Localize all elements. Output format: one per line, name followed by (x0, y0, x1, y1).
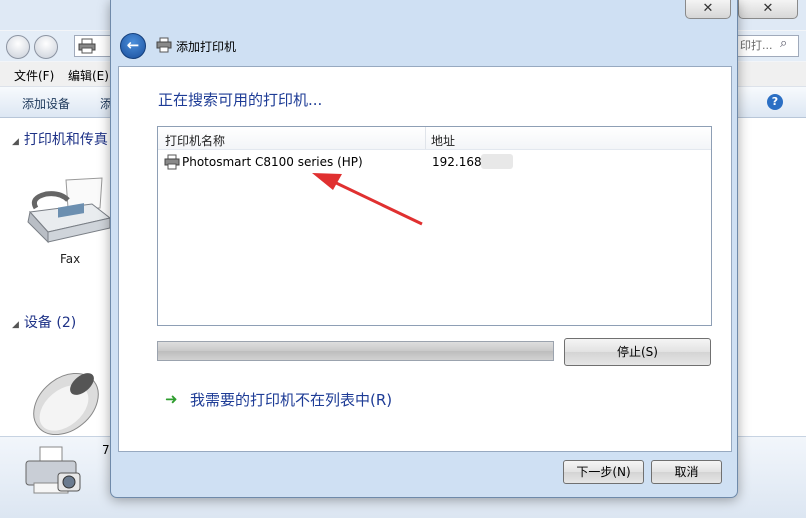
device-label: Fax (60, 252, 81, 266)
mouse-icon (33, 372, 99, 436)
column-divider[interactable] (425, 127, 426, 149)
progress-fill (158, 342, 553, 360)
list-header: 打印机名称 地址 (158, 127, 711, 150)
forward-button[interactable] (34, 35, 58, 59)
stop-button[interactable]: 停止(S) (564, 338, 711, 366)
cancel-button[interactable]: 取消 (651, 460, 722, 484)
next-button[interactable]: 下一步(N) (563, 460, 644, 484)
fax-icon (27, 177, 112, 244)
printer-icon (156, 37, 172, 53)
device-mouse[interactable] (20, 358, 110, 438)
printer-list[interactable]: 打印机名称 地址 Photosmart C8100 series (HP) 19… (157, 126, 712, 326)
column-printer-name[interactable]: 打印机名称 (165, 132, 225, 149)
help-icon[interactable]: ? (767, 94, 783, 110)
searching-heading: 正在搜索可用的打印机... (158, 91, 323, 109)
printer-icon (164, 154, 180, 170)
printer-row[interactable]: Photosmart C8100 series (HP) 192.168 (159, 151, 710, 173)
group-printers-header[interactable]: ◢ 打印机和传真 (12, 129, 108, 149)
group-devices-header[interactable]: ◢ 设备 (2) (12, 312, 76, 332)
dialog-body: 正在搜索可用的打印机... 打印机名称 地址 Photosmart C8100 … (118, 66, 732, 452)
back-arrow-icon[interactable]: ← (120, 33, 146, 59)
green-arrow-icon[interactable]: ➜ (165, 390, 178, 408)
address-redaction (481, 154, 513, 169)
printer-icon (78, 38, 96, 54)
collapse-icon: ◢ (12, 320, 19, 330)
device-fax[interactable]: Fax (20, 174, 120, 274)
printer-address: 192.168 (432, 155, 482, 169)
dialog-title: 添加打印机 (176, 40, 237, 54)
menu-file[interactable]: 文件(F) (14, 67, 54, 84)
printer-camera-icon (25, 446, 81, 494)
column-address[interactable]: 地址 (431, 132, 455, 149)
printer-name: Photosmart C8100 series (HP) (182, 155, 363, 169)
add-device-button[interactable]: 添加设备 (22, 95, 70, 112)
collapse-icon: ◢ (12, 137, 19, 147)
search-icon[interactable]: ⌕ (780, 36, 787, 51)
menu-edit[interactable]: 编辑(E) (68, 67, 109, 84)
add-printer-dialog: ✕ ← 添加打印机 正在搜索可用的打印机... 打印机名称 地址 Photosm… (110, 0, 738, 498)
dialog-close-button[interactable]: ✕ (685, 0, 731, 19)
back-button[interactable] (6, 35, 30, 59)
details-device-name: 7 (102, 443, 110, 457)
printer-not-listed-link[interactable]: 我需要的打印机不在列表中(R) (190, 389, 392, 410)
window-close-button[interactable]: ✕ (738, 0, 798, 19)
search-input[interactable]: 印打... (737, 35, 799, 57)
search-progress-bar (157, 341, 554, 361)
